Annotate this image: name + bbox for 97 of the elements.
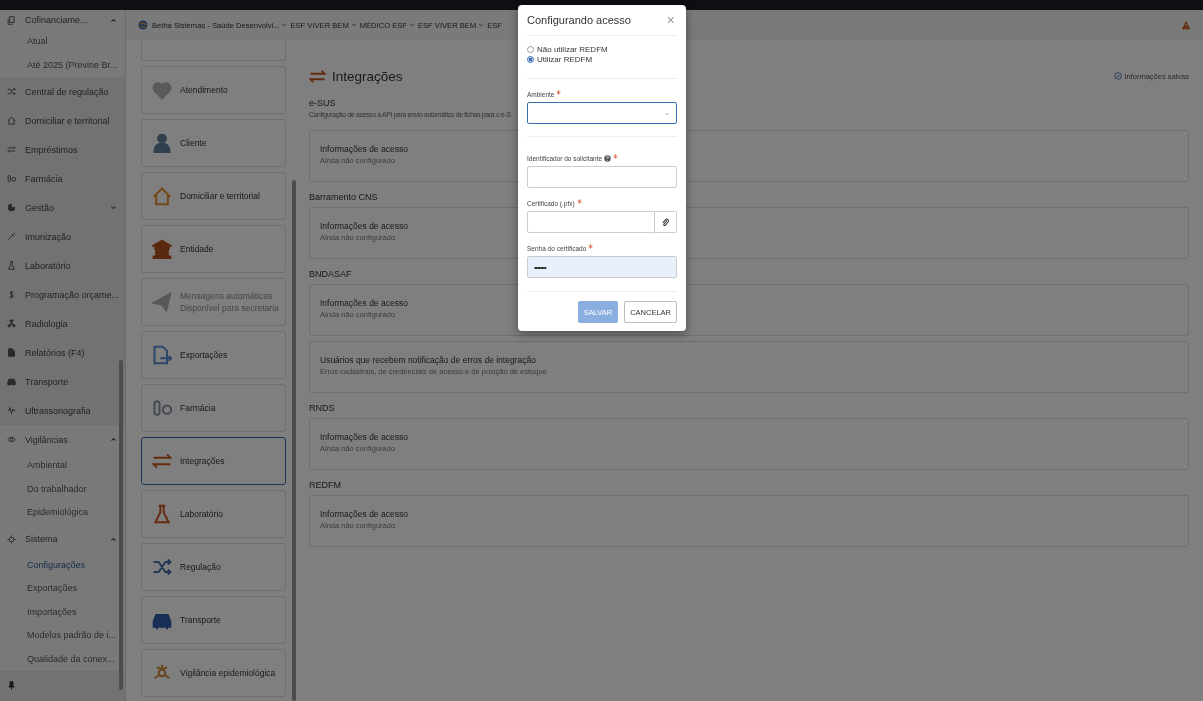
file-export-icon	[152, 345, 172, 365]
sidebar-item[interactable]: Laboratório	[0, 251, 125, 280]
document-icon	[7, 348, 16, 357]
settings-card[interactable]: Domiciliar e territorial	[141, 172, 286, 220]
settings-card[interactable]: Atendimento	[141, 66, 286, 114]
sidebar-item[interactable]: Domiciliar e territorial	[0, 106, 125, 135]
swap-icon	[7, 145, 16, 154]
settings-card[interactable]: Regulação	[141, 543, 286, 591]
swap-arrows-icon	[309, 67, 326, 85]
card-title: Informações de acesso	[320, 432, 408, 442]
pie-chart-icon	[7, 203, 16, 212]
sidebar-item[interactable]: Farmácia	[0, 164, 125, 193]
card-label: Farmácia	[180, 401, 216, 415]
house-icon	[152, 186, 172, 206]
help-icon[interactable]	[604, 155, 612, 162]
card-title: Informações de acesso	[320, 221, 408, 231]
section-title: Barramento CNS	[309, 192, 378, 202]
sidebar-item[interactable]: Cofinanciame...	[0, 10, 125, 30]
card-label: Cliente	[180, 136, 207, 150]
radiation-icon	[7, 319, 16, 328]
section-title: REDFM	[309, 480, 341, 490]
page-title: Integrações	[332, 68, 403, 84]
paperclip-icon	[661, 217, 670, 227]
section-title: RNDS	[309, 403, 335, 413]
house-icon	[7, 116, 16, 125]
settings-card[interactable]: Integrações	[141, 437, 286, 485]
sidebar-item[interactable]: Programação orçame...	[0, 280, 125, 309]
file-field[interactable]	[527, 211, 655, 233]
chevron-up-icon	[110, 16, 117, 24]
card-title: Informações de acesso	[320, 298, 408, 308]
card-label: Vigilância epidemiológica	[180, 666, 276, 680]
radio-option[interactable]: Utilizar REDFM	[527, 54, 677, 64]
pills-icon	[7, 174, 16, 183]
card-label: Laboratório	[180, 507, 223, 521]
scrollbar[interactable]	[119, 360, 123, 690]
input-field[interactable]	[527, 166, 677, 188]
check-circle-icon	[1114, 72, 1123, 80]
close-button[interactable]: ×	[664, 12, 677, 28]
settings-card[interactable]: Farmácia	[141, 384, 286, 432]
sidebar-item[interactable]: Gestão	[0, 193, 125, 222]
card-label: Domiciliar e territorial	[180, 189, 260, 203]
sidebar-item[interactable]: Empréstimos	[0, 135, 125, 164]
settings-card[interactable]: Entidade	[141, 225, 286, 273]
dialog-title: Configurando acesso	[527, 14, 631, 26]
pills-icon	[152, 398, 172, 418]
chevron-up-icon	[110, 535, 117, 543]
chevron-down-icon	[110, 204, 117, 211]
bank-icon	[152, 239, 172, 259]
eye-icon	[7, 435, 16, 444]
flask-icon	[7, 261, 16, 270]
card-label: Exportações	[180, 348, 228, 362]
settings-card[interactable]: Exportações	[141, 331, 286, 379]
settings-icon	[7, 534, 16, 544]
chevron-down-icon	[350, 22, 357, 28]
shuffle-icon	[152, 557, 172, 577]
section-title: BNDASAF	[309, 269, 352, 279]
sidebar-subitem[interactable]: Atual	[0, 30, 125, 54]
chevron-down-icon	[281, 22, 288, 28]
card-title: Informações de acesso	[320, 509, 408, 519]
radio-option[interactable]: Não utilizar REDFM	[527, 44, 677, 54]
dollar-icon	[7, 290, 16, 299]
sidebar-item[interactable]: Imunização	[0, 222, 125, 251]
shuffle-icon	[7, 87, 16, 96]
chevron-up-icon	[110, 436, 117, 443]
car-icon	[7, 377, 16, 386]
chevron-down-icon	[409, 22, 415, 28]
card-title: Informações de acesso	[320, 144, 408, 154]
sidebar-item[interactable]: Radiologia	[0, 309, 125, 338]
person-icon	[152, 133, 172, 153]
card-title: Usuários que recebem notificação de erros de integração	[320, 355, 536, 365]
sidebar-item[interactable]: Central de regulação	[0, 77, 125, 106]
settings-card[interactable]: Transporte	[141, 596, 286, 644]
card-label: Transporte	[180, 613, 221, 627]
settings-card[interactable]: Laboratório	[141, 490, 286, 538]
settings-card[interactable]: Vigilância epidemiológica	[141, 649, 286, 697]
flask-icon	[152, 504, 172, 524]
scrollbar[interactable]	[292, 180, 296, 701]
card-label: Entidade	[180, 242, 214, 256]
card-label: Integrações	[180, 454, 225, 468]
warning-icon[interactable]	[1181, 20, 1191, 30]
syringe-icon	[7, 232, 16, 241]
card-label: Regulação	[180, 560, 221, 574]
waveform-icon	[7, 406, 16, 415]
card-label: Atendimento	[180, 83, 228, 97]
swap-arrows-icon	[152, 451, 172, 471]
sidebar-subitem[interactable]: Até 2025 (Previne Br...	[0, 53, 125, 77]
globe-icon	[138, 20, 148, 30]
chevron-down-icon	[664, 111, 670, 117]
settings-card[interactable]: Cliente	[141, 119, 286, 167]
pin-icon[interactable]	[7, 681, 16, 690]
paper-plane-icon	[152, 292, 172, 312]
copy-icon	[7, 15, 16, 25]
chevron-down-icon	[478, 22, 485, 28]
section-title: e-SUS	[309, 98, 336, 108]
environment-select[interactable]	[527, 102, 677, 124]
attach-button[interactable]	[655, 211, 677, 233]
heart-icon	[152, 80, 172, 100]
